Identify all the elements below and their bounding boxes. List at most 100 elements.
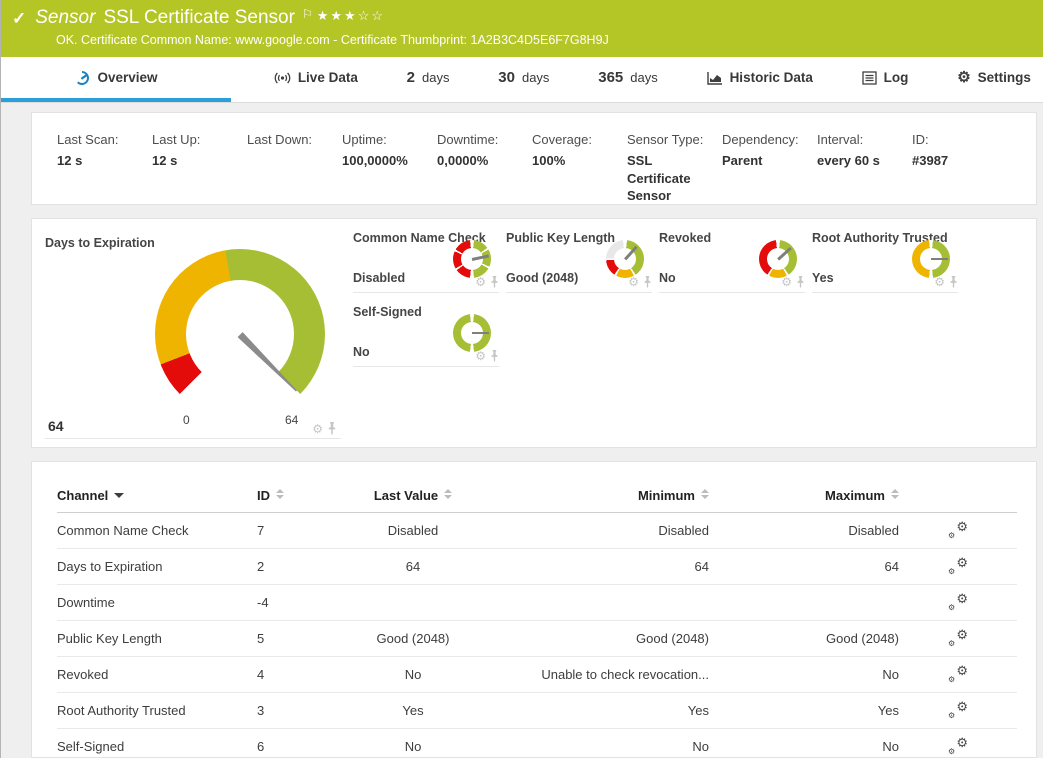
common-name-check-gauge [453,240,491,278]
star-filled-icon[interactable]: ★ [330,8,344,23]
column-header-channel[interactable]: Channel [57,482,257,513]
root-authority-trusted-gauge [912,240,950,278]
gauge-tile-root-authority-trusted: Root Authority Trusted Yes ⚙ [812,231,958,293]
channel-settings-gears-icon[interactable]: ⚙⚙ [948,701,968,717]
cell-minimum: Yes [497,693,709,729]
cell-id: 7 [257,513,329,549]
column-header-maximum[interactable]: Maximum [709,482,899,513]
gauge-pin-icon[interactable] [327,422,337,435]
info-value: #3987 [912,152,1001,170]
tab-settings[interactable]: ⚙Settings [951,57,1037,102]
info-item-last-up: Last Up: 12 s [152,132,247,204]
cell-channel: Self-Signed [57,729,257,758]
table-row-public-key-length: Public Key Length 5 Good (2048) Good (20… [57,621,1017,657]
cell-channel: Revoked [57,657,257,693]
tab-label: days [422,70,449,85]
cell-last-value [329,585,497,621]
gauge-settings-gear-icon[interactable]: ⚙ [934,276,945,288]
info-label: Last Up: [152,132,241,147]
tab-number: 2 [407,69,415,86]
info-label: Downtime: [437,132,526,147]
column-label: ID [257,488,270,503]
sort-icon [891,489,899,499]
table-row-revoked: Revoked 4 No Unable to check revocation.… [57,657,1017,693]
channel-settings-gears-icon[interactable]: ⚙⚙ [948,521,968,537]
tab-30-days[interactable]: 30 days [492,57,555,102]
info-value: 0,0000% [437,152,526,170]
star-empty-icon[interactable]: ☆ [358,8,372,23]
cell-id: -4 [257,585,329,621]
log-icon [862,71,877,85]
cell-minimum: Disabled [497,513,709,549]
tab-365-days[interactable]: 365days [592,57,664,102]
cell-channel: Downtime [57,585,257,621]
cell-id: 6 [257,729,329,758]
channel-settings-gears-icon[interactable]: ⚙⚙ [948,665,968,681]
gauge-pin-icon[interactable] [490,276,499,288]
cell-minimum: 64 [497,549,709,585]
info-item-coverage: Coverage: 100% [532,132,627,204]
gauge-pin-icon[interactable] [949,276,958,288]
tab-2-days[interactable]: 2 days [401,57,456,102]
column-header-id[interactable]: ID [257,482,329,513]
channel-settings-gears-icon[interactable]: ⚙⚙ [948,593,968,609]
column-header-minimum[interactable]: Minimum [497,482,709,513]
priority-stars[interactable]: ★★★☆☆ [317,8,385,24]
star-filled-icon[interactable]: ★ [317,8,331,23]
gauge-settings-gear-icon[interactable]: ⚙ [781,276,792,288]
gauge-pin-icon[interactable] [643,276,652,288]
cell-channel: Root Authority Trusted [57,693,257,729]
gauge-settings-gear-icon[interactable]: ⚙ [628,276,639,288]
tab-label: days [630,70,657,85]
tab-number: 30 [498,69,515,86]
gauge-tile-public-key-length: Public Key Length Good (2048) ⚙ [506,231,652,293]
cell-id: 2 [257,549,329,585]
self-signed-gauge [453,314,491,352]
tab-overview[interactable]: Overview [1,57,231,102]
gauge-pin-icon[interactable] [490,350,499,362]
public-key-length-gauge [606,240,644,278]
info-label: ID: [912,132,1001,147]
column-label: Channel [57,488,108,503]
sensor-info-strip: Last Scan: 12 sLast Up: 12 sLast Down: U… [31,112,1037,205]
sensor-status-header: ✓ Sensor SSL Certificate Sensor ⚐ ★★★☆☆ … [1,0,1043,57]
star-filled-icon[interactable]: ★ [344,8,358,23]
cell-last-value: Disabled [329,513,497,549]
gauge-current-value: Disabled [353,271,405,285]
info-value: 100,0000% [342,152,431,170]
cell-id: 3 [257,693,329,729]
gauge-settings-gear-icon[interactable]: ⚙ [312,423,323,435]
main-content: Last Scan: 12 sLast Up: 12 sLast Down: U… [1,103,1043,758]
gauge-settings-gear-icon[interactable]: ⚙ [475,276,486,288]
gauge-pin-icon[interactable] [796,276,805,288]
cell-minimum: Unable to check revocation... [497,657,709,693]
channel-settings-gears-icon[interactable]: ⚙⚙ [948,737,968,753]
gauge-current-value: No [659,271,676,285]
small-gauge-tiles: Common Name Check Disabled ⚙Public Key L… [353,231,1013,447]
days-to-expiration-gauge [155,249,325,419]
channels-table-panel: Channel ID Last ValueMinimum Maximum Common… [31,461,1037,758]
table-row-common-name-check: Common Name Check 7 Disabled Disabled Di… [57,513,1017,549]
channel-settings-gears-icon[interactable]: ⚙⚙ [948,629,968,645]
tab-log[interactable]: Log [856,57,915,102]
gauge-current-value: No [353,345,370,359]
cell-maximum: 64 [709,549,899,585]
channels-table: Channel ID Last ValueMinimum Maximum Common… [57,482,1017,758]
column-header-last-value[interactable]: Last Value [329,482,497,513]
flag-icon[interactable]: ⚐ [302,7,313,21]
info-value: 12 s [152,152,241,170]
tab-label: days [522,70,549,85]
table-row-self-signed: Self-Signed 6 No No No ⚙⚙ [57,729,1017,758]
cell-channel: Days to Expiration [57,549,257,585]
tab-live-data[interactable]: Live Data [268,57,364,102]
cell-last-value: Good (2048) [329,621,497,657]
channel-settings-gears-icon[interactable]: ⚙⚙ [948,557,968,573]
tab-historic-data[interactable]: Historic Data [701,57,819,102]
cell-maximum: No [709,729,899,758]
column-label: Maximum [825,488,885,503]
cell-minimum: Good (2048) [497,621,709,657]
info-value: Parent [722,152,811,170]
gauge-settings-gear-icon[interactable]: ⚙ [475,350,486,362]
gauge-tile-days-to-expiration: Days to Expiration 0 64 64 ⚙ [45,231,341,439]
star-empty-icon[interactable]: ☆ [371,8,385,23]
